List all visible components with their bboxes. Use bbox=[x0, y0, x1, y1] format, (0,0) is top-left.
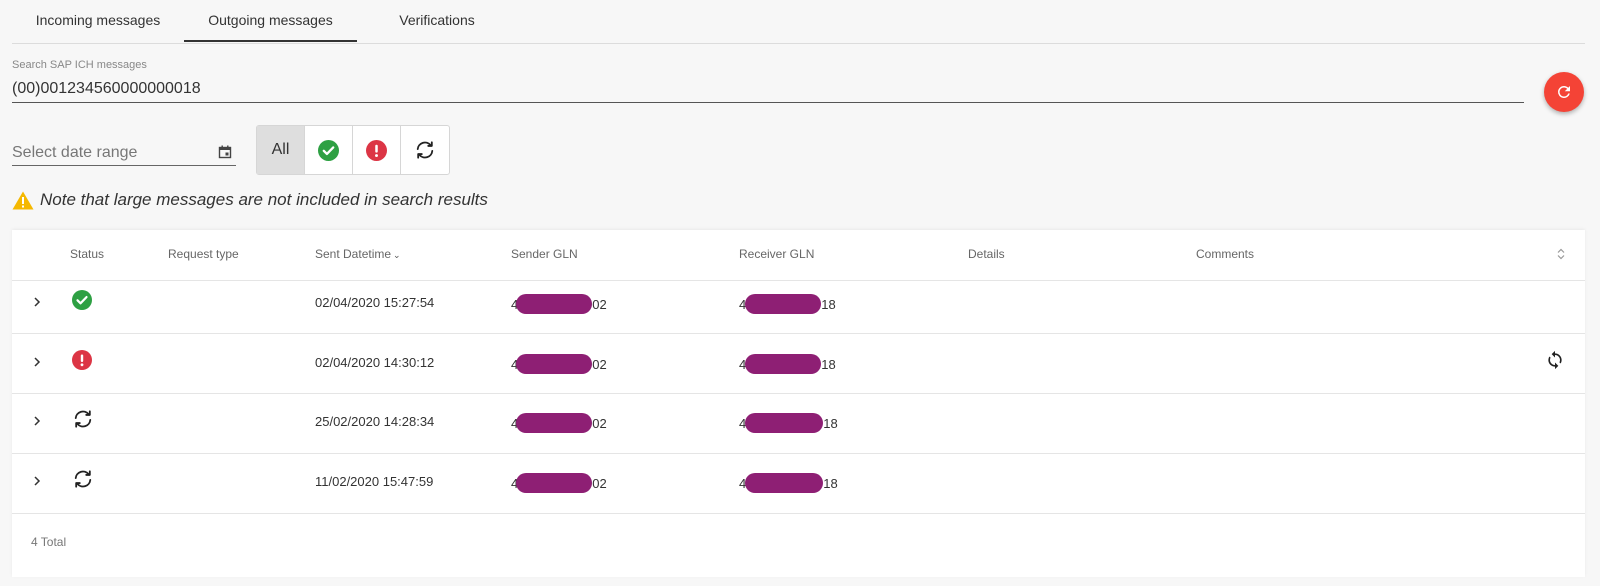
table-row[interactable]: 11/02/2020 15:47:59 4 02 4 18 bbox=[12, 453, 1585, 514]
sent-datetime: 02/04/2020 14:30:12 bbox=[315, 355, 435, 370]
sender-gln-suffix: 02 bbox=[592, 475, 607, 491]
refresh-icon bbox=[1558, 86, 1570, 98]
header-sent-datetime[interactable]: Sent Datetime ⌄ bbox=[315, 247, 401, 261]
search-input[interactable] bbox=[12, 76, 1524, 103]
header-sent-datetime-label: Sent Datetime bbox=[315, 247, 392, 261]
receiver-gln-suffix: 18 bbox=[823, 415, 838, 431]
chevron-right-icon[interactable] bbox=[32, 415, 42, 427]
tab-outgoing-messages[interactable]: Outgoing messages bbox=[184, 0, 357, 42]
sent-datetime: 02/04/2020 15:27:54 bbox=[315, 295, 435, 310]
redaction-mark bbox=[745, 294, 822, 314]
sync-icon bbox=[74, 470, 92, 488]
receiver-gln-suffix: 18 bbox=[823, 475, 838, 491]
messages-table: Status Request type Sent Datetime ⌄ Sende… bbox=[12, 230, 1585, 577]
receiver-gln: 4 18 bbox=[739, 354, 836, 374]
check-circle-icon bbox=[72, 290, 92, 310]
warning-icon bbox=[12, 191, 34, 209]
receiver-gln-suffix: 18 bbox=[821, 296, 836, 312]
receiver-gln-suffix: 18 bbox=[821, 356, 836, 372]
sender-gln-suffix: 02 bbox=[592, 356, 607, 372]
date-range-field[interactable]: Select date range bbox=[12, 140, 236, 166]
redaction-mark bbox=[745, 413, 824, 433]
sort-descending-icon: ⌄ bbox=[393, 250, 401, 260]
search-label: Search SAP ICH messages bbox=[12, 59, 147, 71]
sender-gln-suffix: 02 bbox=[592, 415, 607, 431]
tab-incoming-messages[interactable]: Incoming messages bbox=[12, 0, 184, 42]
total-count: 4 Total bbox=[31, 535, 67, 549]
redaction-mark bbox=[516, 354, 593, 374]
header-comments[interactable]: Comments bbox=[1196, 247, 1254, 261]
sender-gln: 4 02 bbox=[511, 413, 607, 433]
chevron-right-icon[interactable] bbox=[32, 356, 42, 368]
large-messages-note: Note that large messages are not include… bbox=[12, 190, 488, 210]
filter-all-button[interactable]: All bbox=[257, 126, 305, 174]
filter-processing-button[interactable] bbox=[401, 126, 449, 174]
calendar-icon[interactable] bbox=[218, 145, 232, 159]
filter-success-button[interactable] bbox=[305, 126, 353, 174]
sent-datetime: 11/02/2020 15:47:59 bbox=[315, 474, 434, 489]
error-circle-icon bbox=[366, 139, 387, 161]
header-receiver-gln[interactable]: Receiver GLN bbox=[739, 247, 814, 261]
chevron-right-icon[interactable] bbox=[32, 475, 42, 487]
header-request-type[interactable]: Request type bbox=[168, 247, 239, 261]
receiver-gln: 4 18 bbox=[739, 294, 836, 314]
table-row[interactable]: 25/02/2020 14:28:34 4 02 4 18 bbox=[12, 393, 1585, 454]
column-sort-icon[interactable] bbox=[1557, 248, 1565, 260]
sender-gln: 4 02 bbox=[511, 473, 607, 493]
sender-gln: 4 02 bbox=[511, 294, 607, 314]
header-details[interactable]: Details bbox=[968, 247, 1005, 261]
receiver-gln: 4 18 bbox=[739, 413, 838, 433]
header-sender-gln[interactable]: Sender GLN bbox=[511, 247, 578, 261]
table-row[interactable]: 02/04/2020 15:27:54 4 02 4 18 bbox=[12, 273, 1585, 334]
sync-icon bbox=[416, 141, 434, 159]
redaction-mark bbox=[745, 473, 824, 493]
sync-icon bbox=[74, 410, 92, 428]
redaction-mark bbox=[516, 473, 593, 493]
sender-gln-suffix: 02 bbox=[592, 296, 607, 312]
retry-icon[interactable] bbox=[1545, 350, 1565, 370]
redaction-mark bbox=[516, 413, 593, 433]
redaction-mark bbox=[745, 354, 822, 374]
date-range-placeholder: Select date range bbox=[12, 144, 138, 161]
refresh-button[interactable] bbox=[1544, 72, 1584, 112]
note-text: Note that large messages are not include… bbox=[40, 190, 488, 209]
chevron-right-icon[interactable] bbox=[32, 296, 42, 308]
tab-verifications[interactable]: Verifications bbox=[357, 0, 517, 42]
sender-gln: 4 02 bbox=[511, 354, 607, 374]
header-status[interactable]: Status bbox=[70, 247, 104, 261]
redaction-mark bbox=[516, 294, 593, 314]
filter-error-button[interactable] bbox=[353, 126, 401, 174]
check-circle-icon bbox=[318, 139, 339, 161]
error-circle-icon bbox=[72, 350, 92, 370]
status-filter-group: All bbox=[256, 125, 450, 175]
table-row[interactable]: 02/04/2020 14:30:12 4 02 4 18 bbox=[12, 333, 1585, 394]
receiver-gln: 4 18 bbox=[739, 473, 838, 493]
message-tabs: Incoming messages Outgoing messages Veri… bbox=[12, 0, 1585, 44]
sent-datetime: 25/02/2020 14:28:34 bbox=[315, 414, 435, 429]
